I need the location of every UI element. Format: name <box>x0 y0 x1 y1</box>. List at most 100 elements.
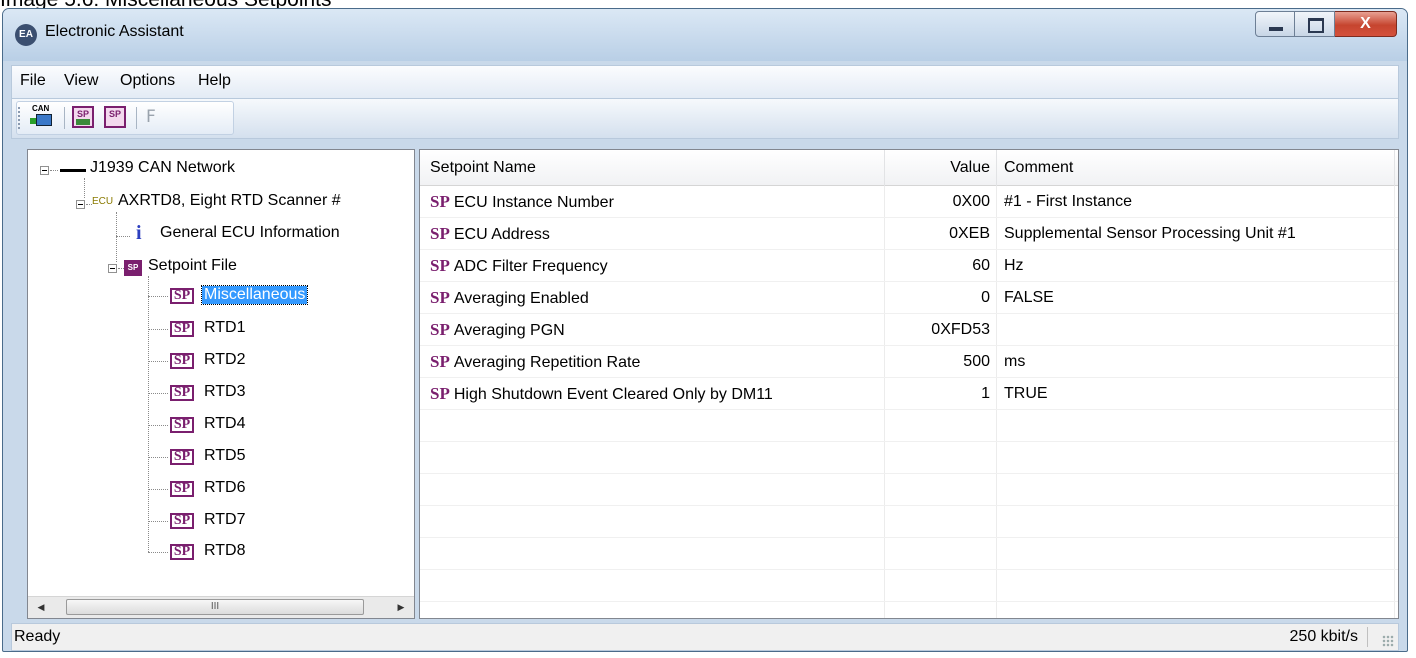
tree-node-rtd5[interactable]: RTD5 <box>204 447 246 465</box>
sp-icon: SP <box>170 417 194 433</box>
save-setpoint-icon: SP <box>108 109 121 119</box>
header-comment[interactable]: Comment <box>1004 150 1073 186</box>
setpoint-value: 0XFD53 <box>931 321 990 338</box>
setpoint-name-text: Averaging Enabled <box>453 290 589 307</box>
tree-node-rtd2[interactable]: RTD2 <box>204 351 246 369</box>
tree-connector <box>148 296 168 297</box>
table-row[interactable]: SP Averaging PGN 0XFD53 <box>420 314 1398 346</box>
sp-icon: SP <box>170 544 194 560</box>
network-icon <box>60 169 86 172</box>
setpoint-comment: ms <box>1004 353 1026 370</box>
tree-connector <box>148 425 168 426</box>
tree-node-rtd8[interactable]: RTD8 <box>204 542 246 560</box>
empty-row <box>420 538 1398 570</box>
tree-node-general[interactable]: General ECU Information <box>160 224 340 242</box>
menu-help[interactable]: Help <box>198 72 231 90</box>
toolbar-separator <box>64 107 65 129</box>
column-divider[interactable] <box>996 150 997 186</box>
empty-row <box>420 410 1398 442</box>
empty-row <box>420 570 1398 602</box>
scroll-left-icon[interactable]: ◀ <box>32 599 50 615</box>
sp-icon: SP <box>430 256 450 275</box>
tree-node-ecu[interactable]: AXRTD8, Eight RTD Scanner # <box>118 192 341 210</box>
header-setpoint-name[interactable]: Setpoint Name <box>430 150 536 186</box>
table-row[interactable]: SP Averaging Enabled 0 FALSE <box>420 282 1398 314</box>
horizontal-scrollbar[interactable]: ◀ III ▶ <box>28 596 414 618</box>
maximize-button[interactable] <box>1295 11 1335 37</box>
tree-node-network[interactable]: J1939 CAN Network <box>90 159 235 177</box>
setpoint-name-text: ECU Instance Number <box>453 194 614 211</box>
tree-node-miscellaneous[interactable]: Miscellaneous <box>200 285 309 305</box>
collapse-network-toggle[interactable] <box>40 166 49 175</box>
setpoint-name: SP High Shutdown Event Cleared Only by DM… <box>430 378 773 410</box>
setpoint-value: 500 <box>963 353 990 370</box>
tree-node-setpoint-file[interactable]: Setpoint File <box>148 257 237 275</box>
collapse-setpoint-toggle[interactable] <box>108 264 117 273</box>
sp-icon: SP <box>430 288 450 307</box>
menu-options[interactable]: Options <box>120 72 175 90</box>
setpoint-comment: FALSE <box>1004 289 1054 306</box>
minimize-icon <box>1269 27 1283 31</box>
tree-node-rtd3[interactable]: RTD3 <box>204 383 246 401</box>
setpoint-comment: Hz <box>1004 257 1024 274</box>
status-text: Ready <box>14 628 61 645</box>
resize-grip-icon[interactable] <box>1382 635 1394 647</box>
setpoint-value: 1 <box>981 385 990 402</box>
table-row[interactable]: SP ECU Instance Number 0X00 #1 - First In… <box>420 186 1398 218</box>
folder-arrow-icon <box>76 119 90 125</box>
scroll-right-icon[interactable]: ▶ <box>392 599 410 615</box>
tree-connector <box>116 236 130 237</box>
flash-button[interactable]: F <box>146 107 156 127</box>
table-row[interactable]: SP Averaging Repetition Rate 500 ms <box>420 346 1398 378</box>
toolbar-grip[interactable] <box>18 107 23 129</box>
setpoint-name: SP ECU Instance Number <box>430 186 614 218</box>
setpoint-value: 60 <box>972 257 990 274</box>
tree-view[interactable]: J1939 CAN Network ECU AXRTD8, Eight RTD … <box>27 149 415 619</box>
minimize-button[interactable] <box>1255 11 1295 37</box>
sp-icon: SP <box>170 449 194 465</box>
sp-icon: SP <box>430 192 450 211</box>
sp-icon: SP <box>430 320 450 339</box>
setpoint-name: SP Averaging Repetition Rate <box>430 346 640 378</box>
toolbar: CAN SP SP F <box>11 99 1399 139</box>
column-divider[interactable] <box>884 150 885 186</box>
setpoint-name: SP Averaging Enabled <box>430 282 589 314</box>
tree-node-rtd7[interactable]: RTD7 <box>204 511 246 529</box>
collapse-ecu-toggle[interactable] <box>76 200 85 209</box>
table-row[interactable]: SP ECU Address 0XEB Supplemental Sensor P… <box>420 218 1398 250</box>
setpoint-list[interactable]: Setpoint Name Value Comment SP ECU Instan… <box>419 149 1399 619</box>
tree-connector <box>148 521 168 522</box>
scroll-thumb[interactable]: III <box>66 599 364 615</box>
can-connect-button[interactable]: CAN <box>30 104 52 128</box>
setpoint-file-icon: SP <box>124 260 142 276</box>
column-divider[interactable] <box>1394 150 1395 186</box>
table-row[interactable]: SP High Shutdown Event Cleared Only by DM… <box>420 378 1398 410</box>
sp-icon: SP <box>170 321 194 337</box>
sp-icon: SP <box>430 384 450 403</box>
status-bar: Ready 250 kbit/s <box>11 623 1399 651</box>
setpoint-name-text: Averaging Repetition Rate <box>453 354 641 371</box>
tree-node-rtd1[interactable]: RTD1 <box>204 319 246 337</box>
tree-connector <box>84 178 85 198</box>
thumb-grip: III <box>210 601 220 612</box>
open-setpoint-button[interactable]: SP <box>72 106 94 128</box>
status-divider <box>1367 627 1368 647</box>
sp-icon: SP <box>170 353 194 369</box>
menu-view[interactable]: View <box>64 72 98 90</box>
tree-node-rtd6[interactable]: RTD6 <box>204 479 246 497</box>
setpoint-comment: TRUE <box>1004 385 1048 402</box>
baud-rate: 250 kbit/s <box>1289 628 1358 645</box>
close-button[interactable]: X <box>1335 11 1397 37</box>
sp-icon: SP <box>430 224 450 243</box>
figure-caption: Image 5.6: Miscellaneous Setpoints <box>0 0 332 11</box>
tree-node-rtd4[interactable]: RTD4 <box>204 415 246 433</box>
save-setpoint-button[interactable]: SP <box>104 106 126 128</box>
sp-icon: SP <box>170 513 194 529</box>
close-icon: X <box>1360 15 1371 32</box>
title-bar[interactable]: EA Electronic Assistant X <box>3 9 1407 61</box>
table-row[interactable]: SP ADC Filter Frequency 60 Hz <box>420 250 1398 282</box>
menu-file[interactable]: File <box>20 72 46 90</box>
header-value[interactable]: Value <box>940 150 990 186</box>
ecu-icon: ECU <box>92 196 114 207</box>
sp-icon: SP <box>430 352 450 371</box>
